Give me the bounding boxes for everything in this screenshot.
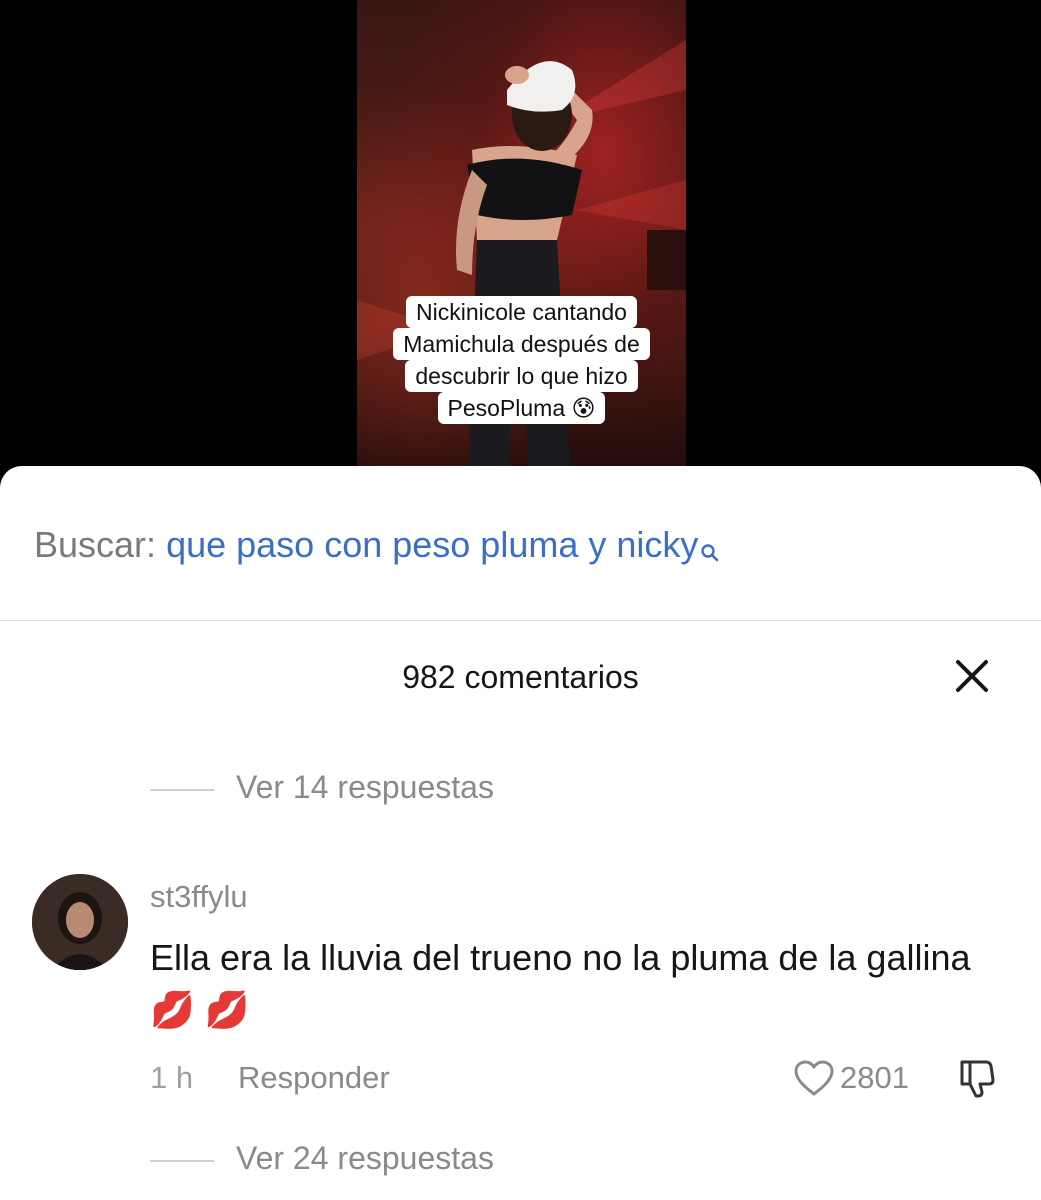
view-replies-label: Ver 14 respuestas — [236, 769, 494, 805]
like-count: 2801 — [840, 1060, 909, 1095]
heart-icon[interactable] — [792, 1058, 836, 1098]
reply-button[interactable]: Responder — [238, 1056, 390, 1100]
close-icon[interactable] — [950, 654, 994, 698]
divider — [0, 620, 1041, 621]
caption-line: Nickinicole cantando — [406, 296, 637, 328]
comment-timestamp: 1 h — [150, 1060, 194, 1095]
replies-divider-line — [150, 788, 214, 791]
comment-username[interactable]: st3ffylu — [150, 876, 248, 918]
comment-text: Ella era la lluvia del trueno no la plum… — [150, 937, 971, 1030]
view-replies-button[interactable]: Ver 24 respuestas — [150, 1136, 494, 1180]
thumbs-down-icon[interactable] — [956, 1058, 996, 1100]
search-suggestion[interactable]: Buscar: que paso con peso pluma y nicky — [34, 520, 720, 570]
comments-count-title: 982 comentarios — [402, 659, 639, 695]
comment-actions: 1 h Responder 2801 — [150, 1056, 1010, 1100]
caption-line: Mamichula después de — [393, 328, 650, 360]
view-replies-label: Ver 24 respuestas — [236, 1140, 494, 1176]
like-button[interactable]: 2801 — [792, 1056, 909, 1100]
caption-line: descubrir lo que hizo — [405, 360, 638, 392]
caption-line: PesoPluma 😰 — [437, 392, 606, 424]
search-label: Buscar: — [34, 524, 157, 565]
dislike-button[interactable] — [956, 1058, 996, 1112]
video-caption: Nickinicole cantando Mamichula después d… — [357, 296, 686, 424]
video-thumbnail — [357, 40, 686, 500]
replies-divider-line — [150, 1159, 214, 1162]
video-player[interactable]: Nickinicole cantando Mamichula después d… — [0, 0, 1041, 500]
view-replies-button[interactable]: Ver 14 respuestas — [150, 765, 494, 809]
video-frame[interactable] — [357, 0, 686, 500]
search-query-link[interactable]: que paso con peso pluma y nicky — [166, 524, 698, 565]
close-button[interactable] — [950, 654, 994, 698]
search-icon[interactable] — [700, 526, 720, 562]
avatar[interactable] — [32, 874, 128, 970]
